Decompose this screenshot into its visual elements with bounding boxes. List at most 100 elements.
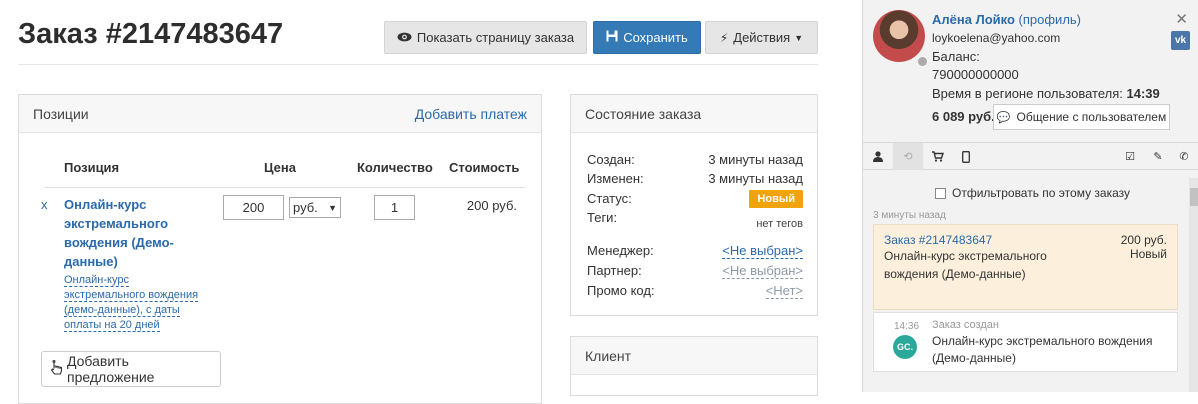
promo-row: Промо код: <Нет> [587,281,803,300]
positions-panel-header: Позиции Добавить платеж [19,95,541,133]
order-card-text: Онлайн-курс экстремального вождения (Дем… [884,249,1047,281]
price-input[interactable] [223,195,284,220]
currency-value: руб. [293,200,318,215]
region-time-label: Время в регионе пользователя: [932,86,1123,101]
currency-select[interactable]: руб. ▼ [289,197,341,218]
promo-code-link[interactable]: <Нет> [765,283,803,299]
phone-icon: ✆ [1179,151,1189,163]
user-sidebar: ✕ vk Алёна Лойко (профиль) loykoelena@ya… [862,0,1198,392]
changed-label: Изменен: [587,171,644,186]
manager-label: Менеджер: [587,243,654,258]
column-header-quantity: Количество [357,160,433,175]
column-header-cost: Стоимость [449,160,520,175]
floppy-disk-icon [606,30,618,45]
client-panel: Клиент [570,336,818,396]
order-card-status: Новый [1129,247,1167,261]
order-state-header: Состояние заказа [571,95,817,133]
order-card-body: Онлайн-курс экстремального вождения (Дем… [884,247,1167,283]
user-name-link[interactable]: Алёна Лойко [932,12,1015,27]
status-row: Статус: Новый [587,189,803,208]
title-divider [18,64,818,65]
profile-link[interactable]: (профиль) [1019,12,1081,27]
item-name-link[interactable]: Онлайн-курс экстремального вождения (Дем… [64,195,194,271]
chat-with-user-label: Общение с пользователем [1016,110,1167,124]
tab-tasks[interactable]: ☑ [1115,143,1145,170]
feed-time-ago: 3 минуты назад [873,210,946,221]
pencil-icon: ✎ [1153,151,1163,163]
balance-label: Баланс: [932,49,980,64]
changed-value: 3 минуты назад [708,171,803,186]
column-header-position: Позиция [64,160,120,175]
hand-pointer-icon [50,360,63,378]
tab-history[interactable]: ⟲ [893,143,923,170]
chat-with-user-button[interactable]: 💬 Общение с пользователем [993,104,1170,130]
feed-scrollbar[interactable] [1189,178,1198,392]
page-title: Заказ #2147483647 [18,18,284,50]
order-card-link[interactable]: Заказ #2147483647 [884,233,992,247]
user-email: loykoelena@yahoo.com [932,31,1061,45]
checkbox-icon: ☑ [1125,151,1135,163]
manager-select-link[interactable]: <Не выбран> [722,243,803,259]
tab-user[interactable] [863,143,893,170]
mobile-icon [962,150,970,163]
show-order-page-button[interactable]: Показать страницу заказа [384,21,587,54]
status-badge[interactable]: Новый [749,189,803,208]
tags-row: Теги: нет тегов [587,208,803,230]
tab-mobile[interactable] [951,143,981,170]
status-label: Статус: [587,191,632,206]
region-time-line: Время в регионе пользователя: 14:39 [932,86,1160,101]
close-icon[interactable]: ✕ [1175,10,1188,28]
order-card-amount: 200 руб. [1120,233,1167,247]
remove-item-button[interactable]: x [41,197,48,212]
actions-dropdown-button[interactable]: ⚡ Действия ▼ [705,21,818,54]
order-main: Заказ #2147483647 Показать страницу зака… [0,0,862,404]
actions-label: Действия [733,30,791,45]
order-feed-card[interactable]: Заказ #2147483647 200 руб. Онлайн-курс э… [873,224,1178,310]
positions-panel-title: Позиции [33,105,89,122]
created-value: 3 минуты назад [708,152,803,167]
add-offer-label: Добавить предложение [67,353,155,385]
add-offer-button[interactable]: Добавить предложение [41,351,221,387]
event-label: Заказ создан [932,319,999,331]
select-arrow-icon: ▼ [328,202,337,213]
partner-label: Партнер: [587,263,642,278]
created-row: Создан: 3 минуты назад [587,150,803,169]
promo-label: Промо код: [587,283,655,298]
filter-by-order-label: Отфильтровать по этому заказу [952,186,1131,200]
eye-icon [397,31,412,45]
save-label: Сохранить [623,30,688,45]
vk-icon[interactable]: vk [1171,31,1190,50]
feed-scrollbar-thumb[interactable] [1190,188,1198,206]
region-time-value: 14:39 [1126,86,1160,101]
checkbox-box[interactable] [935,187,946,199]
lightning-icon: ⚡ [719,30,729,45]
partner-select-link[interactable]: <Не выбран> [722,263,803,279]
add-payment-link[interactable]: Добавить платеж [415,106,527,122]
order-state-title: Состояние заказа [585,105,702,122]
save-button[interactable]: Сохранить [593,21,701,54]
item-description-text[interactable]: Онлайн-курс экстремального вождения (дем… [64,274,199,332]
history-icon: ⟲ [903,151,913,163]
client-panel-title: Клиент [585,347,632,364]
quantity-input[interactable] [374,195,415,220]
table-header-divider [45,187,525,188]
tab-calls[interactable]: ✆ [1169,143,1198,170]
client-panel-header: Клиент [571,337,817,375]
sidebar-tabbar: ⟲ ☑ ✎ ✆ [863,142,1198,170]
created-label: Создан: [587,152,635,167]
show-order-page-label: Показать страницу заказа [416,30,575,45]
tags-label: Теги: [587,210,618,225]
user-phone: 790000000000 [932,67,1019,82]
tags-value[interactable]: нет тегов [756,218,803,230]
positions-panel: Позиции Добавить платеж Позиция Цена Кол… [18,94,542,404]
tab-orders[interactable] [923,143,953,170]
speech-bubble-icon: 💬 [996,111,1011,124]
order-card-header: Заказ #2147483647 200 руб. [884,233,1167,247]
item-description[interactable]: Онлайн-курс экстремального вождения (дем… [64,273,212,333]
balance-amount: 6 089 руб. [932,109,995,124]
event-time: 14:36 [894,321,920,332]
avatar[interactable] [873,10,925,62]
partner-row: Партнер: <Не выбран> [587,261,803,280]
filter-by-order-checkbox[interactable]: Отфильтровать по этому заказу [935,186,1130,200]
online-status-icon [916,55,929,68]
